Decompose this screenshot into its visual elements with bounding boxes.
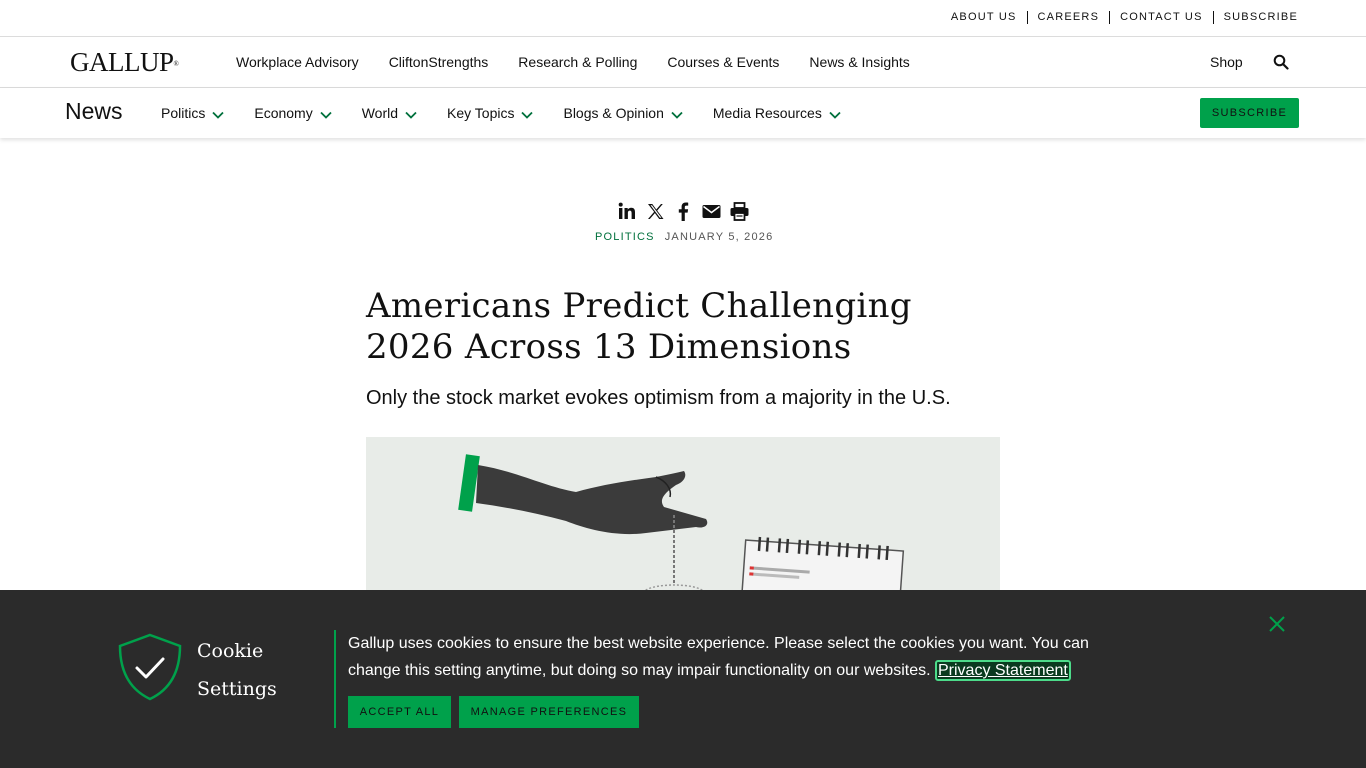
category-link[interactable]: POLITICS [595,231,655,244]
contact-us-link[interactable]: CONTACT US [1110,11,1213,24]
accept-all-button[interactable]: ACCEPT ALL [348,696,451,728]
facebook-icon[interactable] [673,201,693,221]
hand-and-calendar-illustration [366,437,1000,597]
subnav-item-label: Politics [161,105,206,121]
subnav-item-world[interactable]: World [362,105,417,121]
main-nav: Workplace Advisory CliftonStrengths Rese… [236,54,940,70]
subnav-item-politics[interactable]: Politics [161,105,224,121]
subnav-item-economy[interactable]: Economy [254,105,332,121]
subnav-item-label: Blogs & Opinion [563,105,664,121]
cookie-banner: Cookie Settings Gallup uses cookies to e… [0,590,1366,768]
utility-links: ABOUT US CAREERS CONTACT US SUBSCRIBE [941,11,1298,24]
chevron-down-icon [405,111,417,119]
close-icon[interactable] [1268,615,1286,633]
share-row [617,201,757,221]
print-icon[interactable] [729,201,749,221]
subnav-items: Politics Economy World Key Topics Blogs … [161,105,871,121]
email-icon[interactable] [701,201,721,221]
cookie-message: Gallup uses cookies to ensure the best w… [348,630,1108,684]
publish-date: JANUARY 5, 2026 [664,231,774,243]
chevron-down-icon [212,111,224,119]
subnav-item-key-topics[interactable]: Key Topics [447,105,534,121]
article-headline: Americans Predict Challenging 2026 Acros… [366,286,912,367]
subscribe-button[interactable]: SUBSCRIBE [1200,98,1299,128]
subnav-item-media-resources[interactable]: Media Resources [713,105,841,121]
manage-preferences-button[interactable]: MANAGE PREFERENCES [459,696,639,728]
cookie-settings-title: Cookie Settings [197,640,277,700]
nav-news-insights[interactable]: News & Insights [809,54,909,70]
search-icon[interactable] [1273,54,1289,70]
shop-link[interactable]: Shop [1210,54,1243,70]
x-icon[interactable] [645,201,665,221]
chevron-down-icon [521,111,534,119]
article-subheadline: Only the stock market evokes optimism fr… [366,387,951,409]
chevron-down-icon [320,111,332,119]
chevron-down-icon [671,111,683,119]
subnav-item-label: World [361,105,399,121]
subnav-item-label: Media Resources [712,105,822,121]
utility-bar: ABOUT US CAREERS CONTACT US SUBSCRIBE [0,0,1366,37]
subnav-item-blogs-opinion[interactable]: Blogs & Opinion [563,105,683,121]
gallup-logo[interactable]: GALLUP® [70,47,179,77]
article-meta: POLITICS JANUARY 5, 2026 [595,231,773,244]
nav-courses-events[interactable]: Courses & Events [667,54,779,70]
about-us-link[interactable]: ABOUT US [941,11,1027,24]
chevron-down-icon [829,111,841,119]
hero-image [366,437,1000,597]
nav-cliftonstrengths[interactable]: CliftonStrengths [389,54,489,70]
news-subnav: News Politics Economy World Key Topics B… [0,88,1366,138]
nav-research-polling[interactable]: Research & Polling [518,54,637,70]
shield-check-icon [117,633,183,701]
subnav-item-label: Key Topics [447,105,515,121]
logo-registered-mark: ® [173,60,179,68]
logo-text: GALLUP [70,47,174,77]
careers-link[interactable]: CAREERS [1028,11,1110,24]
utility-subscribe-link[interactable]: SUBSCRIBE [1214,11,1298,24]
nav-workplace-advisory[interactable]: Workplace Advisory [236,54,359,70]
section-title-news[interactable]: News [65,98,123,124]
linkedin-icon[interactable] [617,201,637,221]
main-header: GALLUP® Workplace Advisory CliftonStreng… [0,37,1366,88]
cookie-divider [334,630,336,728]
privacy-statement-link[interactable]: Privacy Statement [934,660,1071,681]
subnav-item-label: Economy [254,105,313,121]
